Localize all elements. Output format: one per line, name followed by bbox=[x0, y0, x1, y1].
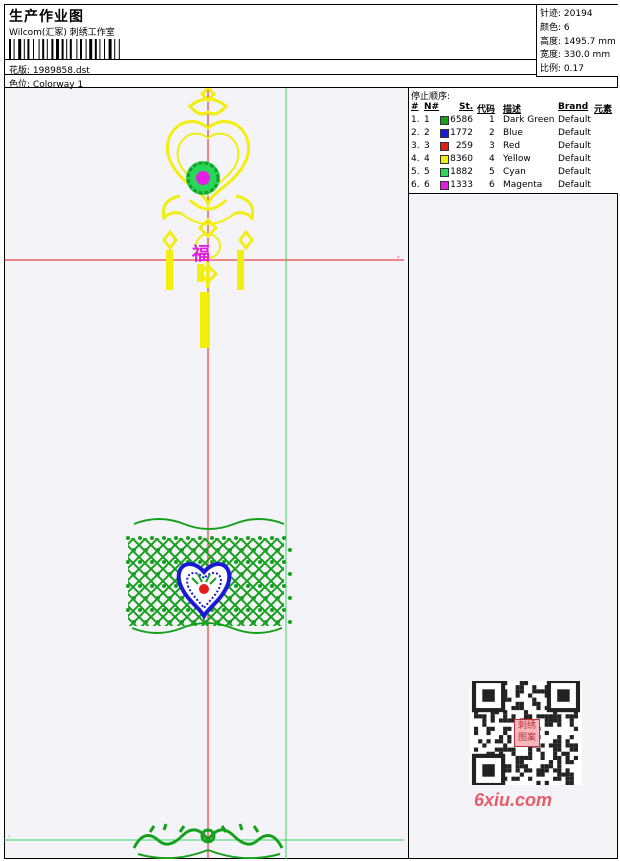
qr-center-stamp: 刺绣图案 bbox=[514, 719, 540, 747]
flower-medallion bbox=[186, 161, 220, 195]
stat-scale: 比例: 0.17 bbox=[540, 64, 584, 74]
site-watermark: 6xiu.com bbox=[474, 790, 553, 810]
row-index: 1. bbox=[411, 115, 420, 125]
stat-stitches: 针迹: 20194 bbox=[540, 9, 593, 19]
stop-sequence-row: 5. 5 1882 5 Cyan Default bbox=[409, 167, 618, 180]
design-drawing: ‹ ‹ 福 bbox=[4, 88, 404, 859]
color-swatch bbox=[440, 155, 449, 164]
row-stitches: 6586 bbox=[450, 115, 473, 125]
row-index: 3. bbox=[411, 141, 420, 151]
studio-name: Wilcom(汇冢) 刺绣工作室 bbox=[9, 28, 115, 38]
row-code: 6 bbox=[489, 180, 495, 190]
row-brand: Default bbox=[558, 180, 591, 190]
row-index: 4. bbox=[411, 154, 420, 164]
header: 生产作业图 Wilcom(汇冢) 刺绣工作室 花版: 1989858.dst 色… bbox=[4, 4, 618, 90]
col-n: N# bbox=[424, 102, 440, 112]
embroidery-preview: ‹ ‹ 福 bbox=[4, 88, 409, 859]
fu-character: 福 bbox=[191, 243, 210, 265]
col-index: # bbox=[411, 102, 419, 112]
heart-motif bbox=[176, 562, 232, 621]
col-code: 代码 bbox=[477, 105, 496, 115]
divider bbox=[5, 59, 536, 60]
row-code: 3 bbox=[489, 141, 495, 151]
row-description: Cyan bbox=[503, 167, 526, 177]
stat-colors: 颜色: 6 bbox=[540, 23, 570, 33]
row-description: Magenta bbox=[503, 180, 543, 190]
row-brand: Default bbox=[558, 115, 591, 125]
row-n: 4 bbox=[424, 154, 430, 164]
col-description: 描述 bbox=[503, 105, 522, 115]
row-brand: Default bbox=[558, 128, 591, 138]
color-swatch bbox=[440, 129, 449, 138]
row-n: 1 bbox=[424, 115, 430, 125]
row-description: Dark Green bbox=[503, 115, 555, 125]
stop-sequence-row: 2. 2 1772 2 Blue Default bbox=[409, 128, 618, 141]
row-index: 2. bbox=[411, 128, 420, 138]
row-brand: Default bbox=[558, 141, 591, 151]
row-stitches: 1882 bbox=[450, 167, 473, 177]
svg-text:‹: ‹ bbox=[397, 254, 399, 261]
row-n: 2 bbox=[424, 128, 430, 138]
row-index: 5. bbox=[411, 167, 420, 177]
row-code: 2 bbox=[489, 128, 495, 138]
col-element: 元素 bbox=[594, 105, 613, 115]
qr-code: 刺绣图案 bbox=[470, 678, 582, 788]
page-title: 生产作业图 bbox=[9, 9, 84, 25]
row-stitches: 1333 bbox=[450, 180, 473, 190]
stop-sequence-row: 6. 6 1333 6 Magenta Default bbox=[409, 180, 618, 193]
color-swatch bbox=[440, 168, 449, 177]
barcode bbox=[9, 39, 120, 59]
row-n: 3 bbox=[424, 141, 430, 151]
row-n: 5 bbox=[424, 167, 430, 177]
row-code: 4 bbox=[489, 154, 495, 164]
row-stitches: 1772 bbox=[450, 128, 473, 138]
row-code: 1 bbox=[489, 115, 495, 125]
stat-width: 宽度: 330.0 mm bbox=[540, 50, 611, 60]
row-code: 5 bbox=[489, 167, 495, 177]
row-brand: Default bbox=[558, 154, 591, 164]
row-brand: Default bbox=[558, 167, 591, 177]
svg-text:‹: ‹ bbox=[8, 833, 10, 840]
row-stitches: 259 bbox=[455, 141, 473, 151]
stop-sequence-row: 4. 4 8360 4 Yellow Default bbox=[409, 154, 618, 167]
color-swatch bbox=[440, 142, 449, 151]
color-swatch bbox=[440, 116, 449, 125]
row-index: 6. bbox=[411, 180, 420, 190]
stop-sequence-title: 停止顺序: bbox=[411, 92, 451, 102]
col-stitches: St. bbox=[459, 102, 474, 112]
stat-height: 高度: 1495.7 mm bbox=[540, 37, 616, 47]
row-description: Blue bbox=[503, 128, 523, 138]
row-n: 6 bbox=[424, 180, 430, 190]
col-brand: Brand bbox=[558, 102, 589, 112]
divider bbox=[5, 74, 536, 75]
stop-sequence-table: 停止顺序: # N# St. 代码 描述 Brand 元素 1. 1 6586 1 Da… bbox=[409, 88, 618, 194]
stats-box: 针迹: 20194 颜色: 6 高度: 1495.7 mm 宽度: 330.0 … bbox=[536, 5, 618, 77]
stop-sequence-row: 1. 1 6586 1 Dark Green Default bbox=[409, 115, 618, 128]
row-description: Yellow bbox=[503, 154, 531, 164]
lattice-top-border bbox=[133, 518, 285, 530]
stop-sequence-row: 3. 3 259 3 Red Default bbox=[409, 141, 618, 154]
row-stitches: 8360 bbox=[450, 154, 473, 164]
color-swatch bbox=[440, 181, 449, 190]
row-description: Red bbox=[503, 141, 521, 151]
